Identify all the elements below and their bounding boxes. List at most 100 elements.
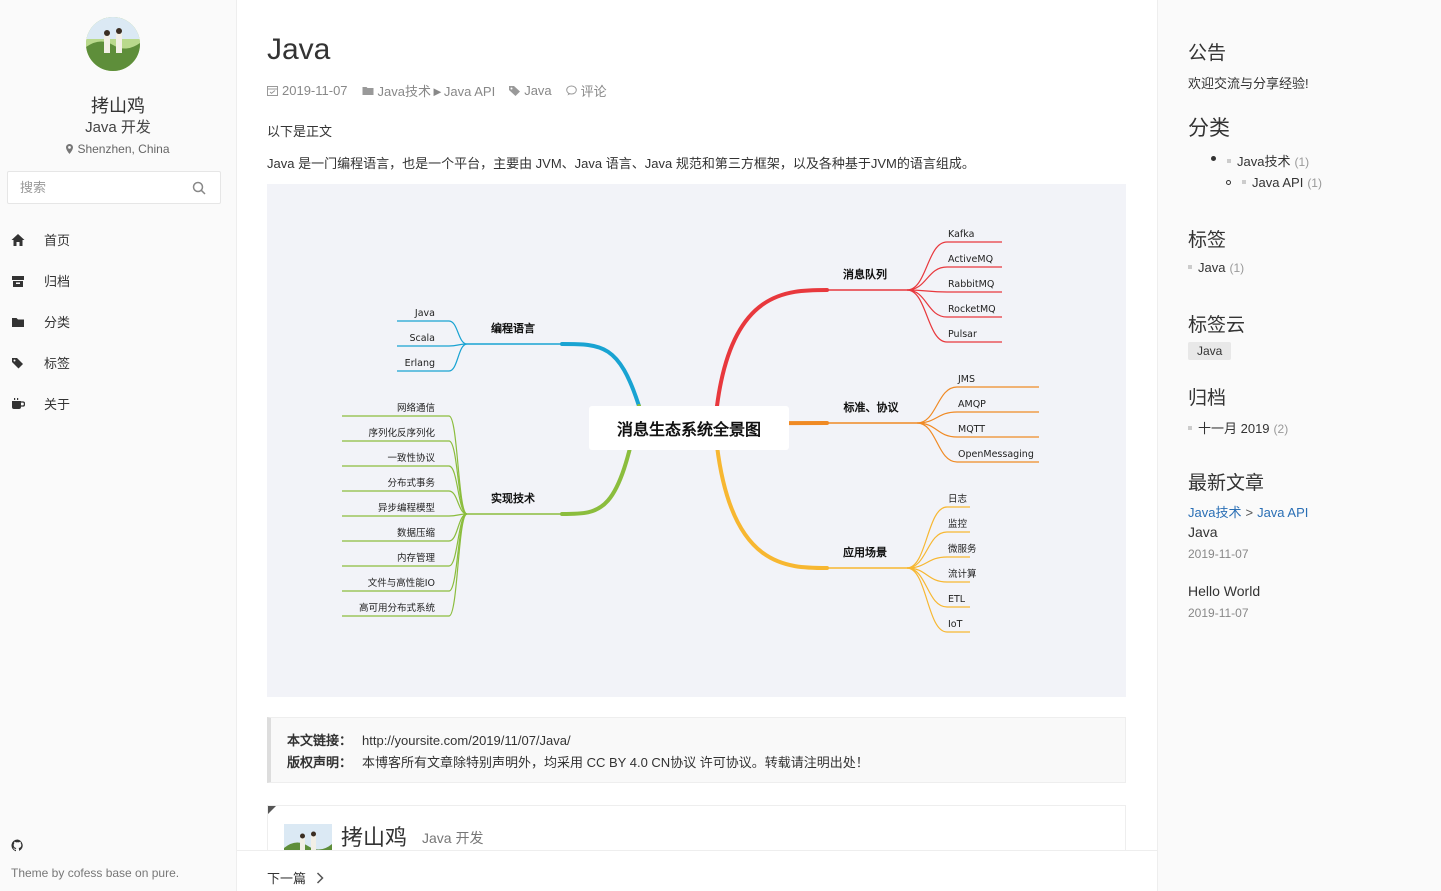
nav-label: 归档 (44, 274, 71, 289)
left-sidebar: 拷山鸡 Java 开发 Shenzhen, China 首页 归档 分类 标签 … (0, 0, 237, 891)
post-category[interactable]: Java技术►Java API (362, 81, 496, 100)
location-text: Shenzhen, China (77, 142, 170, 156)
post-permalink[interactable]: http://yoursite.com/2019/11/07/Java/ (362, 733, 571, 748)
tag-item[interactable]: Java (1) (1188, 260, 1244, 275)
main-nav: 首页 归档 分类 标签 关于 (0, 219, 236, 424)
archive-icon (12, 275, 24, 287)
list-bullet (1226, 180, 1231, 185)
category-count: (1) (1294, 155, 1310, 169)
category-count: (1) (1307, 176, 1322, 190)
mindmap-leaf-connector (916, 422, 958, 438)
recent-cat2[interactable]: Java API (1257, 505, 1308, 520)
mindmap-leaf-label: 流计算 (948, 568, 977, 580)
category-name[interactable]: Java API (1252, 175, 1303, 190)
post-meta: 2019-11-07 Java技术►Java API Java 评论 (267, 81, 621, 100)
recent-cat1[interactable]: Java技术 (1188, 505, 1241, 520)
mindmap-leaf-label: 日志 (948, 493, 967, 505)
mindmap-leaf-label: 监控 (948, 518, 968, 530)
post-comments-text[interactable]: 评论 (581, 81, 607, 100)
category-name[interactable]: Java技术 (1237, 154, 1290, 169)
mindmap-leaf-label: 文件与高性能IO (368, 577, 435, 589)
author-card-job: Java 开发 (422, 830, 484, 846)
nav-label: 标签 (44, 356, 71, 371)
tagcloud-item[interactable]: Java (1188, 342, 1232, 360)
archive-title: 归档 (1188, 388, 1227, 409)
author-name: 拷山鸡 (91, 96, 145, 116)
nav-item-tags[interactable]: 标签 (0, 342, 236, 383)
mindmap-leaf-connector (916, 422, 958, 463)
recent-post-date: 2019-11-07 (1188, 547, 1249, 561)
nav-item-home[interactable]: 首页 (0, 219, 236, 260)
mindmap-diagram: 编程语言 Java Scala Erlang 实现技术 网络通信序列化反序列化一致性协议分… (342, 229, 1039, 633)
post-navigation: 下一篇 (237, 850, 1157, 891)
mindmap-leaf-label: 一致性协议 (387, 452, 435, 464)
tags-icon (12, 357, 23, 368)
mindmap-leaf-label: 内存管理 (397, 552, 436, 564)
archive-name[interactable]: 十一月 2019 (1198, 421, 1270, 436)
right-sidebar: 公告 欢迎交流与分享经验! 分类 Java技术 (1) Java API (1) 标… (1157, 0, 1441, 891)
mindmap-leaf-label: RabbitMQ (948, 279, 994, 290)
avatar[interactable] (86, 17, 140, 71)
tagcloud-title: 标签云 (1188, 315, 1246, 336)
mindmap-leaf-connector (448, 415, 468, 515)
recent-post-title[interactable]: Java (1188, 524, 1218, 540)
post-comments[interactable]: 评论 (565, 81, 607, 100)
post-date: 2019-11-07 (267, 83, 348, 98)
recent-post-category[interactable]: Java技术 > Java API (1188, 502, 1308, 521)
folder-icon (362, 87, 374, 95)
category-item[interactable]: Java API (1) (1242, 175, 1322, 190)
search-input[interactable] (8, 172, 178, 203)
coffee-icon (12, 397, 25, 409)
map-pin-icon (66, 144, 74, 154)
mindmap-leaf-connector (906, 241, 948, 291)
mindmap-leaf-label: ETL (948, 594, 966, 605)
theme-credit: Theme by cofess base on pure. (11, 866, 180, 880)
mindmap-leaf-label: Erlang (405, 358, 435, 369)
nav-item-about[interactable]: 关于 (0, 383, 236, 424)
license-text: 本博客所有文章除特别声明外，均采用 CC BY 4.0 CN协议 许可协议。转载… (362, 755, 869, 770)
mindmap-branch-curve (560, 342, 641, 408)
archive-item[interactable]: 十一月 2019 (2) (1188, 418, 1288, 437)
mindmap-leaf-label: IoT (948, 619, 963, 630)
post-paragraph: Java 是一门编程语言，也是一个平台，主要由 JVM、Java 语言、Java… (267, 156, 975, 171)
notice-title: 公告 (1188, 43, 1227, 64)
post-date-text: 2019-11-07 (282, 83, 348, 98)
post-category-text[interactable]: Java技术►Java API (378, 81, 496, 100)
search-icon[interactable] (192, 181, 206, 195)
nav-item-archive[interactable]: 归档 (0, 260, 236, 301)
mindmap-leaf-label: 分布式事务 (387, 477, 435, 489)
mindmap-leaf-label: 数据压缩 (397, 527, 436, 539)
post-tag-text[interactable]: Java (524, 83, 551, 98)
mindmap-leaf-label: AMQP (958, 399, 986, 410)
list-bullet (1211, 156, 1216, 161)
search-box (7, 171, 221, 204)
mindmap-leaf-label: 高可用分布式系统 (359, 602, 436, 614)
mindmap-branch-label: 实现技术 (491, 491, 535, 505)
post-tag[interactable]: Java (509, 83, 552, 98)
mindmap-leaf-connector (906, 289, 948, 318)
mindmap-leaf-connector (906, 266, 948, 291)
mindmap-leaf-label: Pulsar (948, 329, 977, 340)
next-post-link[interactable]: 下一篇 (267, 868, 324, 887)
tag-name[interactable]: Java (1198, 260, 1225, 275)
link-label: 本文链接： (287, 733, 353, 748)
mindmap-leaf-label: RocketMQ (948, 304, 996, 315)
calendar-icon (267, 86, 278, 96)
recent-post-date: 2019-11-07 (1188, 606, 1249, 620)
github-icon[interactable] (11, 839, 24, 852)
author-location: Shenzhen, China (0, 142, 236, 156)
mindmap-leaf-label: Kafka (948, 229, 974, 240)
mindmap-leaf-label: OpenMessaging (958, 449, 1034, 460)
mindmap-leaf-label: MQTT (958, 424, 985, 435)
mindmap-leaf-label: 网络通信 (397, 402, 435, 414)
recent-post-title[interactable]: Hello World (1188, 583, 1260, 599)
mindmap-leaf-connector (448, 343, 468, 372)
mindmap-leaf-connector (906, 506, 948, 569)
author-job: Java 开发 (85, 119, 151, 136)
nav-item-categories[interactable]: 分类 (0, 301, 236, 342)
mindmap-leaf-label: 微服务 (948, 543, 977, 555)
next-post-label[interactable]: 下一篇 (267, 868, 306, 887)
copyright-box: 本文链接： http://yoursite.com/2019/11/07/Java… (267, 717, 1126, 783)
category-item[interactable]: Java技术 (1) (1227, 151, 1309, 170)
post-title: Java (267, 33, 331, 66)
